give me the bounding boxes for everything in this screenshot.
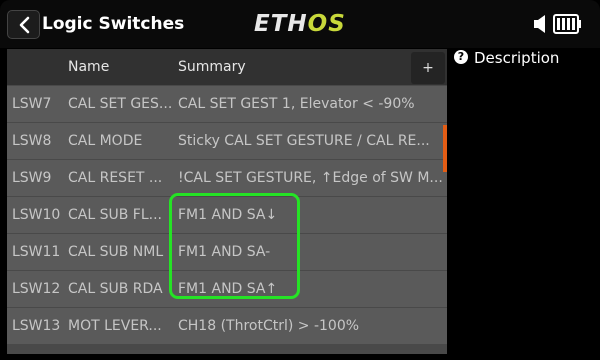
- screen: Logic Switches ETHOS Name Summary + LSW7…: [0, 0, 600, 360]
- add-switch-button[interactable]: +: [411, 52, 445, 84]
- row-summary: CAL SET GEST 1, Elevator < -90%: [178, 96, 415, 112]
- row-summary: Sticky CAL SET GESTURE / CAL RE...: [178, 133, 430, 149]
- row-name: CAL SET GES...: [68, 96, 173, 112]
- highlight-box: [169, 193, 300, 299]
- table-row[interactable]: LSW9 CAL RESET ... !CAL SET GESTURE, ↑Ed…: [7, 160, 447, 196]
- row-name: MOT LEVER...: [68, 318, 162, 334]
- back-button[interactable]: [7, 10, 40, 39]
- speaker-icon[interactable]: [533, 14, 551, 34]
- table-row[interactable]: LSW7 CAL SET GES... CAL SET GEST 1, Elev…: [7, 86, 447, 122]
- battery-icon[interactable]: [553, 13, 583, 35]
- help-icon: ?: [454, 50, 468, 64]
- page-title: Logic Switches: [42, 14, 185, 34]
- row-name: CAL SUB NML: [68, 244, 164, 260]
- row-id: LSW12: [12, 281, 61, 297]
- row-name: CAL MODE: [68, 133, 143, 149]
- row-summary: CH18 (ThrotCtrl) > -100%: [178, 318, 360, 334]
- scrollbar-thumb[interactable]: [443, 125, 447, 172]
- row-name: CAL SUB FL...: [68, 207, 162, 223]
- row-id: LSW13: [12, 318, 61, 334]
- row-summary: !CAL SET GESTURE, ↑Edge of SW M...: [178, 170, 443, 186]
- table-row[interactable]: LSW13 MOT LEVER... CH18 (ThrotCtrl) > -1…: [7, 308, 447, 344]
- back-arrow-icon: [19, 16, 30, 34]
- row-id: LSW11: [12, 244, 61, 260]
- table-row[interactable]: LSW8 CAL MODE Sticky CAL SET GESTURE / C…: [7, 123, 447, 159]
- row-name: CAL SUB RDA: [68, 281, 163, 297]
- row-id: LSW9: [12, 170, 52, 186]
- row-id: LSW8: [12, 133, 52, 149]
- ethos-logo: ETHOS: [254, 10, 346, 38]
- row-id: LSW7: [12, 96, 52, 112]
- column-header-summary: Summary: [178, 59, 246, 75]
- logo-text-eth: ETH: [254, 11, 308, 37]
- column-header-name: Name: [68, 59, 110, 75]
- table-header: Name Summary +: [7, 49, 447, 85]
- header-bar: Logic Switches ETHOS: [0, 0, 600, 48]
- row-id: LSW10: [12, 207, 61, 223]
- row-name: CAL RESET ...: [68, 170, 163, 186]
- description-label: Description: [474, 49, 560, 67]
- logo-text-os: OS: [307, 11, 346, 37]
